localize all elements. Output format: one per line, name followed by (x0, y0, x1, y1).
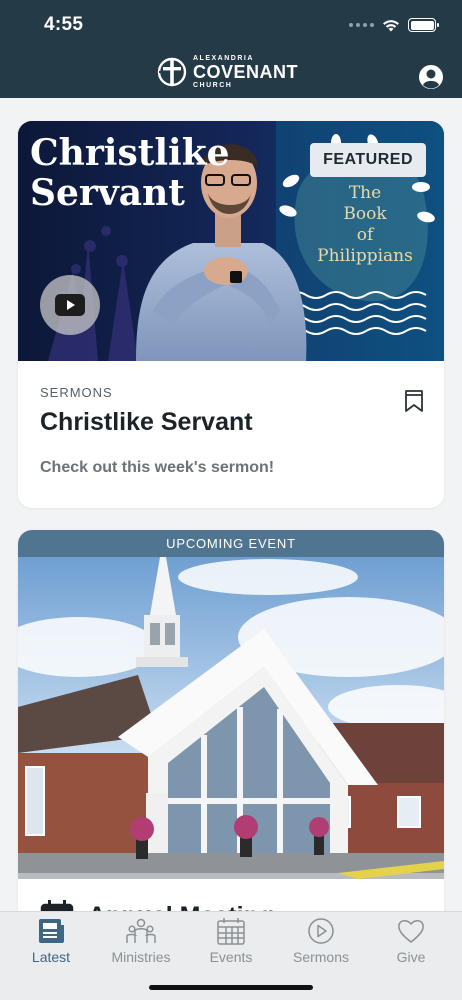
logo-bottom-text: CHURCH (193, 82, 233, 89)
upcoming-event-card[interactable]: UPCOMING EVENT (18, 530, 444, 950)
play-icon (55, 294, 85, 316)
tab-sermons[interactable]: Sermons (278, 912, 364, 965)
tab-ministries-label: Ministries (111, 949, 171, 965)
profile-icon[interactable] (418, 64, 444, 90)
bookmark-icon[interactable] (404, 389, 424, 413)
tab-sermons-label: Sermons (292, 949, 350, 965)
tab-give[interactable]: Give (368, 912, 454, 965)
featured-badge: FEATURED (310, 143, 426, 177)
status-icons (349, 14, 439, 36)
wifi-icon (383, 20, 399, 32)
battery-icon (408, 18, 439, 32)
sermon-category: SERMONS (40, 385, 113, 400)
cross-logo-icon (157, 57, 187, 87)
logo-main-text: COVENANT (193, 62, 299, 82)
status-time: 4:55 (44, 14, 84, 35)
heart-icon (398, 920, 424, 943)
featured-sermon-card[interactable]: Christlike Servant FEATURED The Book of … (18, 121, 444, 508)
play-circle-icon (308, 918, 334, 944)
sermon-description: Check out this week's sermon! (40, 459, 275, 476)
tab-ministries[interactable]: Ministries (98, 912, 184, 965)
logo-top-text: ALEXANDRIA (193, 55, 254, 62)
tab-events-label: Events (209, 949, 253, 965)
header: 4:55 ALEXANDRIA COVENANT CHURCH (0, 0, 462, 98)
signal-icon (349, 23, 374, 27)
event-banner: UPCOMING EVENT (18, 530, 444, 557)
people-icon (126, 918, 156, 943)
newspaper-icon (39, 919, 64, 943)
church-building-image (18, 557, 444, 879)
calendar-icon (217, 918, 245, 945)
tab-latest[interactable]: Latest (8, 912, 94, 965)
tab-latest-label: Latest (31, 949, 71, 965)
app-screen: 4:55 ALEXANDRIA COVENANT CHURCH Christli… (0, 0, 462, 1000)
tab-give-label: Give (396, 949, 426, 965)
play-button[interactable] (40, 275, 100, 335)
home-indicator[interactable] (149, 985, 313, 990)
hero-title: Christlike Servant (30, 132, 230, 214)
series-title: The Book of Philippians (317, 183, 413, 266)
sermon-title: Christlike Servant (40, 408, 253, 436)
church-logo: ALEXANDRIA COVENANT CHURCH (157, 55, 298, 89)
sermon-card-body: SERMONS Christlike Servant Check out thi… (18, 361, 444, 501)
tab-events[interactable]: Events (188, 912, 274, 965)
sermon-hero-image[interactable]: Christlike Servant FEATURED The Book of … (18, 121, 444, 361)
event-image[interactable] (18, 557, 444, 879)
